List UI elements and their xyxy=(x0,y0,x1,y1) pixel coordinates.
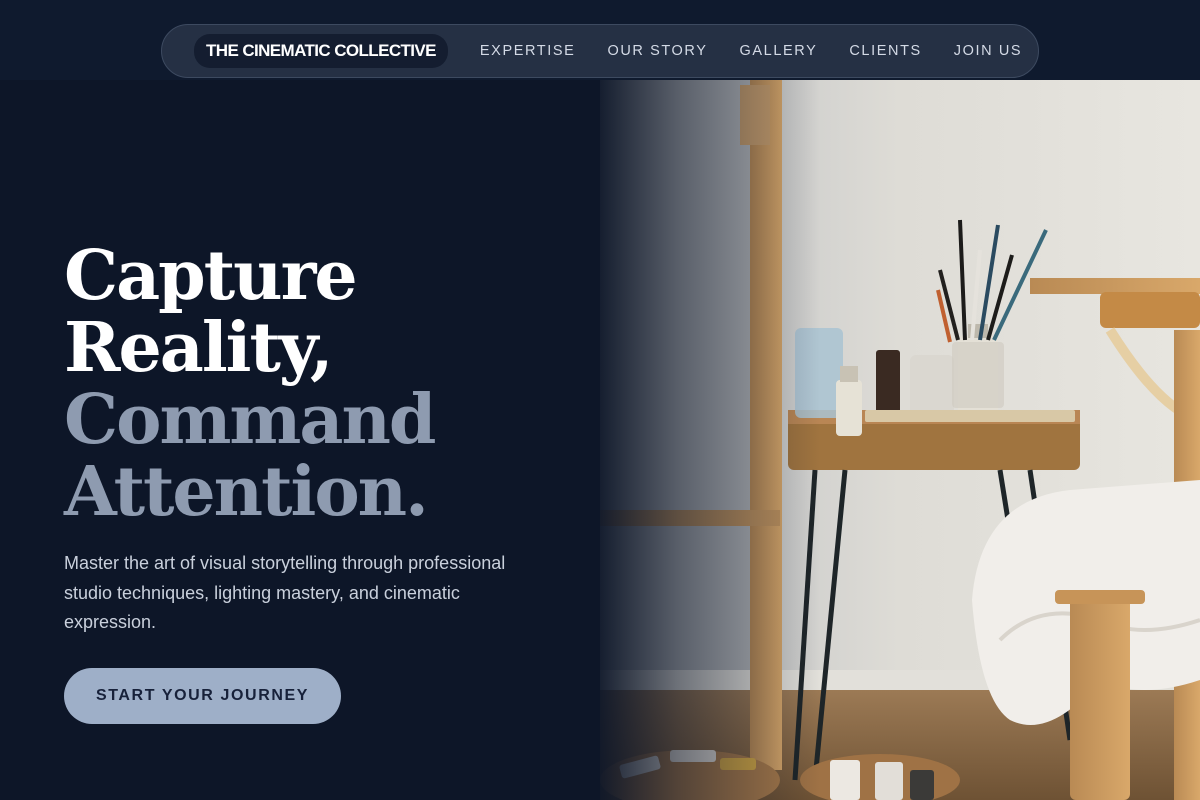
hero-title-line-4: Attention. xyxy=(64,452,429,532)
hero-subtitle: Master the art of visual storytelling th… xyxy=(64,553,506,632)
hero-photo xyxy=(600,80,1200,800)
nav-link-expertise[interactable]: EXPERTISE xyxy=(480,43,576,59)
nav-link-our-story[interactable]: OUR STORY xyxy=(607,43,707,59)
main-nav: THE CINEMATIC COLLECTIVE EXPERTISE OUR S… xyxy=(161,24,1039,78)
nav-link-clients[interactable]: CLIENTS xyxy=(849,43,921,59)
nav-link-join-us[interactable]: JOIN US xyxy=(954,43,1022,59)
studio-easel-photo xyxy=(600,80,1200,800)
hero-title-line-2: Reality, xyxy=(64,308,334,388)
start-journey-button[interactable]: START YOUR JOURNEY xyxy=(64,668,341,724)
hero-title: Capture Reality, Command Attention. xyxy=(64,236,436,532)
hero-title-line-3: Command xyxy=(64,380,436,460)
hero-title-line-1: Capture xyxy=(64,236,358,316)
nav-link-gallery[interactable]: GALLERY xyxy=(740,43,818,59)
brand-logo[interactable]: THE CINEMATIC COLLECTIVE xyxy=(194,34,448,68)
